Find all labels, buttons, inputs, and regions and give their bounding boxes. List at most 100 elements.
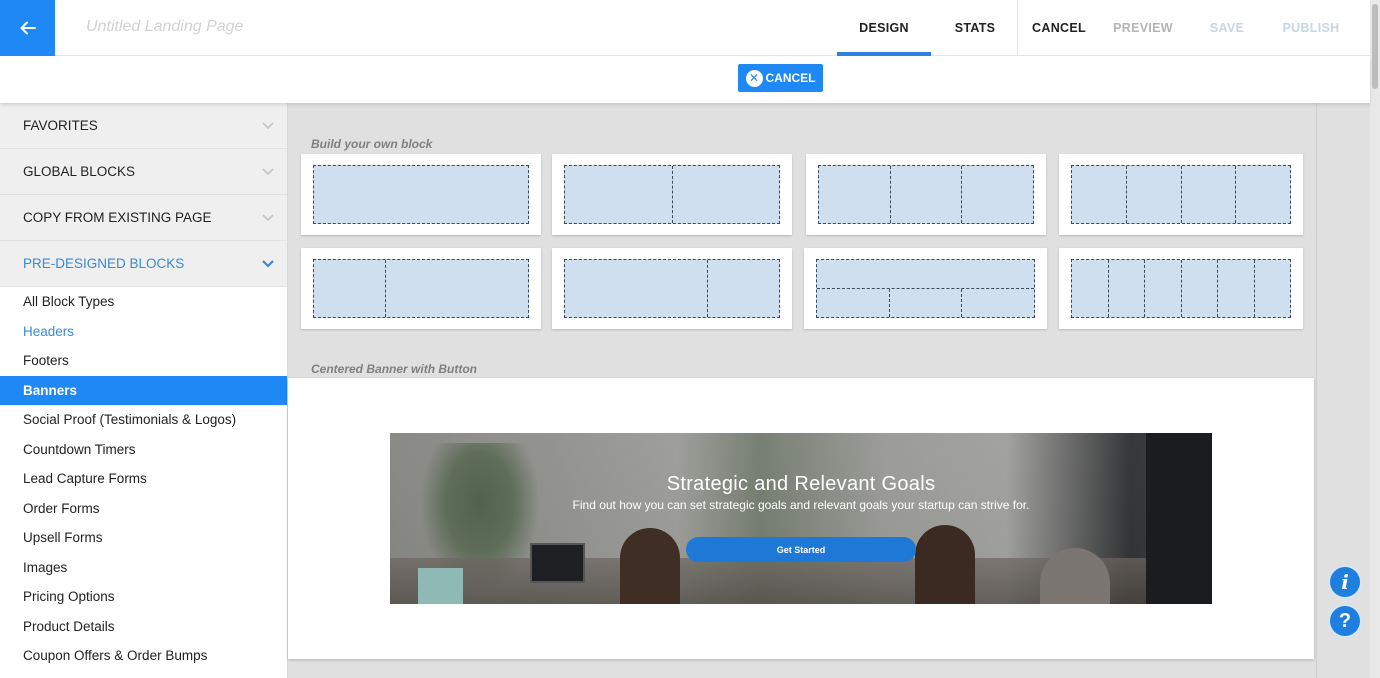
layout-column — [386, 260, 528, 317]
door-graphic — [1146, 433, 1212, 604]
layout-card-6-columns[interactable] — [1059, 248, 1303, 329]
sidebar-item-headers[interactable]: Headers — [0, 317, 287, 347]
sidebar-item-images[interactable]: Images — [0, 553, 287, 583]
layout-column — [565, 260, 708, 317]
person-graphic — [915, 525, 975, 604]
page-title[interactable]: Untitled Landing Page — [86, 18, 243, 36]
layout-preview — [564, 259, 780, 318]
page-scrollbar-thumb[interactable] — [1372, 4, 1378, 89]
sidebar-item-all-block-types[interactable]: All Block Types — [0, 287, 287, 317]
banner-image: Strategic and Relevant Goals Find out ho… — [390, 433, 1212, 604]
layout-card-3-columns[interactable] — [806, 154, 1046, 235]
layout-column — [1182, 260, 1218, 317]
sidebar-item-order-forms[interactable]: Order Forms — [0, 494, 287, 524]
sidebar-item-lead-capture-forms[interactable]: Lead Capture Forms — [0, 464, 287, 494]
page-scrollbar[interactable] — [1370, 0, 1380, 678]
sidebar-item-social-proof[interactable]: Social Proof (Testimonials & Logos) — [0, 405, 287, 435]
section-favorites[interactable]: FAVORITES — [0, 103, 287, 149]
tab-design[interactable]: DESIGN — [837, 0, 931, 56]
help-button[interactable]: ? — [1330, 606, 1360, 636]
layout-column — [1145, 260, 1182, 317]
layout-column — [1072, 260, 1109, 317]
chevron-down-icon — [262, 213, 274, 221]
layout-card-2-columns[interactable] — [552, 154, 792, 235]
back-button[interactable] — [0, 0, 55, 56]
layout-card-1-3-split[interactable] — [301, 248, 541, 329]
layout-row — [817, 260, 1034, 289]
close-block-picker-label: CANCEL — [765, 71, 816, 85]
section-global-blocks[interactable]: GLOBAL BLOCKS — [0, 149, 287, 195]
layout-card-4-columns[interactable] — [1059, 154, 1303, 235]
sidebar-item-product-details[interactable]: Product Details — [0, 612, 287, 642]
sidebar-item-upsell-forms[interactable]: Upsell Forms — [0, 523, 287, 553]
layout-column — [962, 289, 1034, 317]
chevron-down-icon — [262, 121, 274, 129]
person-graphic — [1040, 548, 1110, 604]
build-your-own-label: Build your own block — [311, 137, 433, 151]
sidebar-item-coupon-offers[interactable]: Coupon Offers & Order Bumps — [0, 641, 287, 671]
layout-preview — [313, 259, 529, 318]
layout-preview — [313, 165, 529, 224]
layout-column — [314, 166, 528, 223]
sidebar-item-countdown-timers[interactable]: Countdown Timers — [0, 435, 287, 465]
help-icon: ? — [1338, 609, 1352, 632]
close-block-picker-button[interactable]: ✕ CANCEL — [738, 64, 823, 92]
layout-column — [1255, 260, 1291, 317]
centered-banner-label: Centered Banner with Button — [311, 362, 478, 376]
section-copy-from-existing-page[interactable]: COPY FROM EXISTING PAGE — [0, 195, 287, 241]
block-canvas: Build your own block Centered Banner wit… — [288, 103, 1316, 678]
layout-column — [708, 260, 779, 317]
sidebar-item-pricing-options[interactable]: Pricing Options — [0, 582, 287, 612]
layout-card-2-1-split[interactable] — [552, 248, 792, 329]
section-label: FAVORITES — [23, 118, 98, 133]
sidebar-item-banners[interactable]: Banners — [0, 375, 287, 405]
layout-column — [1072, 166, 1127, 223]
section-label: COPY FROM EXISTING PAGE — [23, 210, 212, 225]
block-picker-bar: ✕ CANCEL — [0, 56, 1370, 103]
layout-column — [890, 289, 963, 317]
layout-card-1-column[interactable] — [301, 154, 541, 235]
laptop-graphic — [530, 543, 585, 583]
layout-column — [1218, 260, 1255, 317]
layout-row — [817, 289, 1034, 317]
layout-preview — [1071, 165, 1291, 224]
block-category-sidebar: FAVORITES GLOBAL BLOCKS COPY FROM EXISTI… — [0, 103, 288, 678]
layout-column — [565, 166, 673, 223]
layout-column — [314, 260, 386, 317]
layout-preview — [564, 165, 780, 224]
divider — [1017, 0, 1018, 56]
layout-column — [1109, 260, 1145, 317]
tab-stats[interactable]: STATS — [940, 0, 1010, 56]
section-label: GLOBAL BLOCKS — [23, 164, 136, 179]
banner-subtitle: Find out how you can set strategic goals… — [572, 498, 1030, 512]
save-button[interactable]: SAVE — [1205, 0, 1249, 56]
banner-title: Strategic and Relevant Goals — [666, 473, 936, 495]
chevron-down-icon — [262, 259, 274, 268]
layout-column — [673, 166, 780, 223]
arrow-left-icon — [20, 21, 36, 35]
publish-button[interactable]: PUBLISH — [1280, 0, 1342, 56]
close-circle-icon: ✕ — [745, 69, 763, 87]
preview-button[interactable]: PREVIEW — [1110, 0, 1176, 56]
layout-column — [817, 289, 890, 317]
person-graphic — [620, 528, 680, 604]
layout-preview — [816, 259, 1035, 318]
layout-preview — [1071, 259, 1291, 318]
layout-preview — [818, 165, 1034, 224]
section-pre-designed-blocks[interactable]: PRE-DESIGNED BLOCKS — [0, 241, 287, 287]
get-started-button[interactable]: Get Started — [686, 537, 916, 562]
layout-column — [891, 166, 963, 223]
section-label: PRE-DESIGNED BLOCKS — [23, 256, 185, 271]
pot-graphic — [418, 568, 463, 604]
info-button[interactable]: i — [1330, 567, 1360, 597]
layout-column — [819, 166, 891, 223]
chevron-down-icon — [262, 167, 274, 175]
cancel-button[interactable]: CANCEL — [1030, 0, 1088, 56]
sidebar-item-footers[interactable]: Footers — [0, 346, 287, 376]
top-bar: Untitled Landing Page DESIGN STATS CANCE… — [0, 0, 1370, 56]
layout-column — [962, 166, 1033, 223]
banner-block-preview[interactable]: Strategic and Relevant Goals Find out ho… — [288, 378, 1314, 659]
info-icon: i — [1341, 570, 1349, 594]
layout-card-1-over-3[interactable] — [804, 248, 1047, 329]
layout-column — [1182, 166, 1237, 223]
